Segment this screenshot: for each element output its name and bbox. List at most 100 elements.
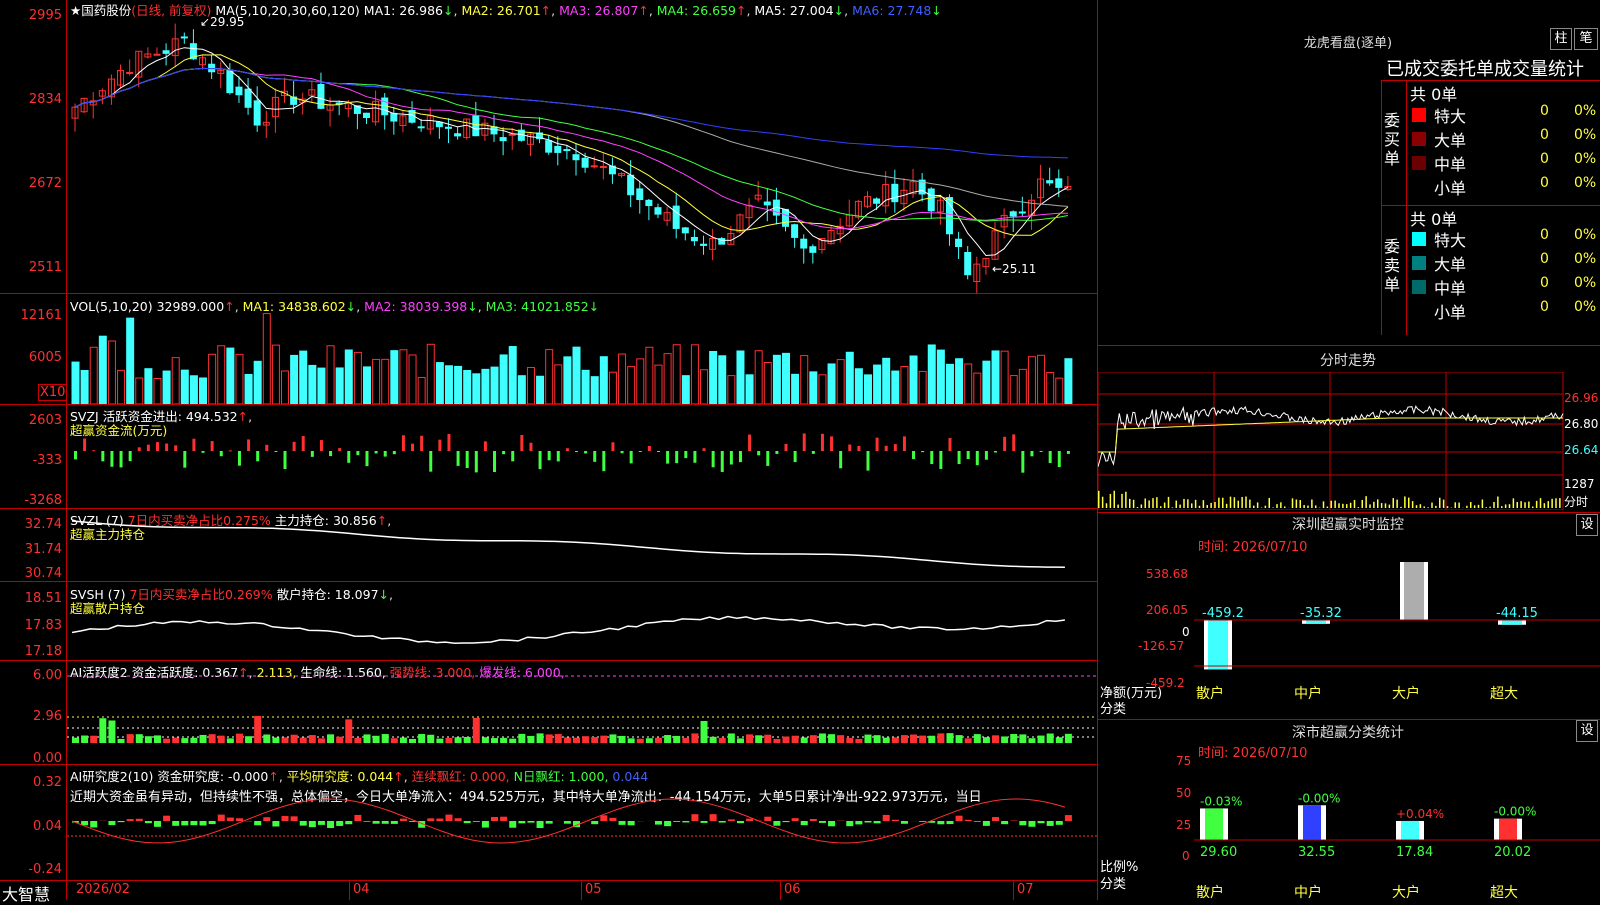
svsh-chart[interactable]: [67, 582, 1097, 660]
flow-bar: [885, 446, 888, 451]
svzl-chart[interactable]: [67, 509, 1097, 581]
sz-stat-bar: [1494, 819, 1522, 840]
order-type-label: 中单: [1434, 151, 1466, 175]
candle-body: [928, 189, 934, 211]
sz-stat-y-tick: 25: [1176, 818, 1191, 832]
sz-stat-chart[interactable]: -0.03%29.60-0.00%32.55+0.04%17.84-0.00%2…: [1194, 760, 1600, 860]
volume-bar: [655, 365, 662, 404]
candle-body: [628, 175, 634, 194]
activity-bar: [1065, 734, 1072, 743]
candlestick-chart[interactable]: [67, 14, 1097, 293]
candle-body: [318, 85, 324, 109]
order-percent: 0%: [1574, 251, 1596, 267]
sz-stat-settings-button[interactable]: 设: [1576, 720, 1598, 742]
intraday-volume-bar: [1280, 502, 1282, 508]
svzj-chart[interactable]: [67, 405, 1097, 508]
research-bar: [1019, 821, 1026, 825]
research-bar: [136, 819, 143, 821]
volume-bar: [1001, 351, 1008, 404]
volume-bar: [755, 351, 762, 404]
high-marker: ↙29.95: [200, 15, 244, 29]
volume-bar: [336, 368, 343, 404]
intraday-volume-bar: [1358, 507, 1360, 508]
activity-bar: [883, 738, 890, 743]
flow-bar: [894, 444, 897, 451]
volume-bar: [272, 345, 279, 404]
activity-bar: [263, 734, 270, 743]
retail-position-line: [72, 617, 1065, 644]
main-chart-area[interactable]: ★国药股份(日线, 前复权) MA(5,10,20,30,60,120) MA1…: [0, 0, 1098, 900]
activity-bar: [236, 734, 243, 743]
candle-body: [209, 64, 215, 72]
volume-chart[interactable]: [67, 294, 1097, 404]
intraday-volume-bar: [1513, 498, 1515, 508]
activity-bar: [946, 733, 953, 743]
sz-monitor-chart[interactable]: -459.2-35.32538.68-44.15: [1194, 560, 1600, 682]
volume-bar: [163, 371, 170, 404]
ai-active-chart[interactable]: [67, 661, 1097, 764]
intraday-volume-bar: [1323, 501, 1325, 508]
tick-mode-button[interactable]: 笔: [1574, 28, 1598, 50]
candle-body: [655, 208, 661, 214]
research-bar: [883, 815, 890, 821]
activity-bar: [728, 733, 735, 743]
research-bar: [710, 814, 717, 821]
volume-bar: [527, 368, 534, 404]
research-bar: [728, 819, 735, 821]
activity-bar: [509, 739, 516, 743]
intraday-volume-bar: [1501, 506, 1503, 508]
activity-bar: [81, 736, 88, 743]
volume-bar: [801, 356, 808, 404]
order-count: 0: [1540, 251, 1549, 267]
bar-mode-button[interactable]: 柱: [1550, 28, 1572, 50]
sz-stat-time: 时间: 2026/07/10: [1198, 742, 1307, 761]
intraday-volume-bar: [1179, 505, 1181, 508]
sz-monitor-time: 时间: 2026/07/10: [1198, 536, 1307, 555]
intraday-volume-bar: [1160, 506, 1162, 508]
intraday-volume-bar: [1257, 502, 1259, 508]
activity-bar: [609, 734, 616, 743]
intraday-chart[interactable]: [1098, 372, 1600, 510]
flow-bar: [411, 444, 414, 451]
activity-bar: [127, 734, 134, 743]
flow-bar: [748, 435, 751, 451]
flow-bar: [775, 451, 778, 454]
sz-monitor-settings-button[interactable]: 设: [1576, 514, 1598, 536]
order-percent: 0%: [1574, 275, 1596, 291]
activity-bar: [427, 735, 434, 743]
y-tick: 0.32: [0, 775, 62, 790]
flow-bar: [493, 451, 496, 472]
activity-bar: [445, 738, 452, 743]
flow-bar: [529, 443, 532, 451]
flow-bar: [593, 451, 596, 462]
order-type-label: 大单: [1434, 127, 1466, 151]
activity-bar: [701, 721, 708, 743]
research-bar: [391, 821, 398, 824]
order-color-swatch: [1412, 180, 1426, 194]
flow-bar: [375, 451, 378, 453]
volume-bar: [537, 376, 544, 404]
ai-research-chart[interactable]: [67, 765, 1097, 880]
research-bar: [983, 821, 990, 826]
research-bar: [318, 821, 325, 825]
intraday-volume-bar: [1346, 504, 1348, 508]
flow-bar: [356, 451, 359, 455]
research-bar: [691, 814, 698, 821]
sz-category-label: 中户: [1294, 683, 1322, 703]
intraday-volume-bar: [1203, 500, 1205, 508]
volume-bar: [664, 354, 671, 404]
activity-bar: [373, 736, 380, 743]
order-percent: 0%: [1574, 127, 1596, 143]
candle-body: [792, 225, 798, 238]
activity-bar: [500, 738, 507, 743]
volume-bar: [200, 378, 207, 404]
sz-stat-change: -0.00%: [1494, 805, 1536, 819]
sz-stat-change: +0.04%: [1396, 807, 1444, 821]
research-bar: [819, 821, 826, 823]
flow-bar: [174, 445, 177, 451]
volume-bar: [318, 368, 325, 404]
intraday-volume-bar: [1412, 501, 1414, 508]
flow-bar: [110, 451, 113, 467]
volume-bar: [282, 371, 289, 404]
activity-bar: [655, 738, 662, 743]
